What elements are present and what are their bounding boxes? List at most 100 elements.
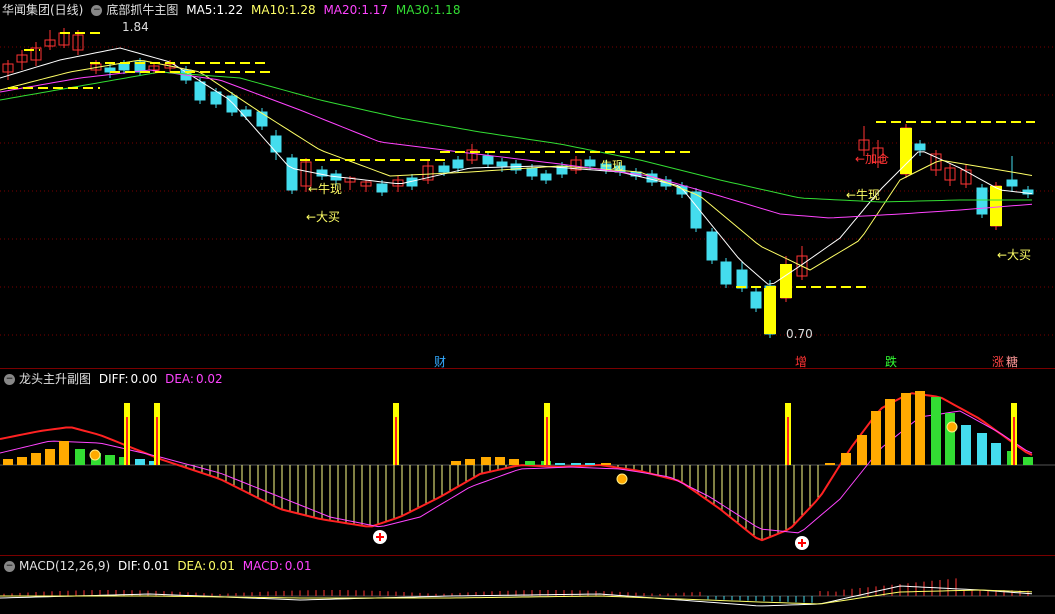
candle-down [914, 143, 926, 151]
candle-down [496, 161, 508, 167]
diff-value: 0.00 [130, 372, 158, 386]
hist-bar [601, 463, 611, 465]
signal-spike-core [546, 417, 548, 465]
diff-label: DIFF: [98, 372, 129, 386]
hist-bar [841, 453, 851, 465]
signal-niuxian-mid: 牛现 [601, 159, 623, 172]
candle-down [976, 187, 988, 215]
collapse-icon[interactable]: − [4, 561, 15, 572]
hist-bar [961, 425, 971, 465]
candle-down [256, 111, 268, 127]
candle-down [438, 165, 450, 173]
dea-value: 0.02 [195, 372, 223, 386]
coin-marker-icon [89, 449, 101, 461]
candle-down [1006, 179, 1018, 187]
signal-dami-2: ←大买 [997, 248, 1032, 262]
hist-bar [3, 459, 13, 465]
hist-bar [977, 433, 987, 465]
hist-bar [59, 441, 69, 465]
signal-jiacang: ←加仓 [855, 152, 890, 166]
ma20-value: 1.17 [361, 3, 389, 17]
macd-value: 0.01 [284, 559, 312, 573]
hist-bar [17, 457, 27, 465]
sub-chart-panel-1[interactable]: − 龙头主升副图 DIFF: 0.00 DEA: 0.02 [0, 369, 1055, 555]
main-price-chart[interactable] [0, 0, 1055, 368]
candle-down [270, 135, 282, 153]
indicator-name[interactable]: 底部抓牛主图 [106, 3, 178, 17]
longtou-indicator-chart[interactable] [0, 369, 1055, 555]
sub1-header: − 龙头主升副图 DIFF: 0.00 DEA: 0.02 [0, 369, 227, 389]
ma5-label: MA5: [186, 3, 217, 17]
collapse-icon[interactable]: − [4, 374, 15, 385]
macd-dea-label: DEA: [177, 559, 207, 573]
candle-down [226, 95, 238, 113]
price-high-label: 1.84 [122, 20, 149, 34]
signal-bar [780, 264, 792, 298]
dif-value: 0.01 [142, 559, 170, 573]
hist-bar [885, 399, 895, 465]
hist-bar [31, 453, 41, 465]
main-header: 华闻集团(日线) − 底部抓牛主图 MA5:1.22 MA10:1.28 MA20:… [0, 0, 464, 20]
hist-bar [931, 397, 941, 465]
candle-down [540, 173, 552, 181]
hist-bar [901, 393, 911, 465]
ma30-line [0, 71, 1032, 203]
candle-down [584, 159, 596, 167]
hist-bar [857, 435, 867, 465]
signal-bar [990, 186, 1002, 226]
hist-bar [75, 449, 85, 465]
collapse-icon[interactable]: − [91, 5, 103, 16]
signal-spike-core [156, 417, 158, 465]
sub2-name[interactable]: MACD(12,26,9) [19, 559, 110, 573]
sub2-header: − MACD(12,26,9) DIF: 0.01 DEA: 0.01 MACD: 0.… [0, 556, 315, 576]
hist-bar [525, 461, 535, 465]
hist-bar [495, 457, 505, 465]
hist-bar [945, 413, 955, 465]
sub-chart-panel-2[interactable]: − MACD(12,26,9) DIF: 0.01 DEA: 0.01 MACD: 0.… [0, 556, 1055, 614]
signal-spike-core [126, 417, 128, 465]
coin-marker-icon [616, 473, 628, 485]
macd-label: MACD: [242, 559, 283, 573]
hist-bar [105, 455, 115, 465]
signal-spike-core [787, 417, 789, 465]
ma10-value: 1.28 [288, 3, 316, 17]
hist-bar [481, 457, 491, 465]
signal-bar [764, 288, 776, 334]
hist-bar [871, 411, 881, 465]
candle-down [118, 63, 130, 71]
hist-bar [555, 463, 565, 465]
ma5-value: 1.22 [216, 3, 244, 17]
candle-down [706, 231, 718, 261]
main-chart-panel[interactable]: 华闻集团(日线) − 底部抓牛主图 MA5:1.22 MA10:1.28 MA20:… [0, 0, 1055, 369]
hist-bar [1023, 457, 1033, 465]
signal-spike-core [1013, 417, 1015, 465]
candle-down [286, 157, 298, 191]
hist-bar [451, 461, 461, 465]
ma10-label: MA10: [251, 3, 289, 17]
hist-bar [991, 443, 1001, 465]
signal-niuxian-1: ←牛现 [308, 182, 343, 196]
signal-bar [900, 128, 912, 174]
candle-down [376, 183, 388, 193]
hist-bar [915, 391, 925, 465]
candle-down [526, 167, 538, 177]
hist-bar [509, 459, 519, 465]
ma30-value: 1.18 [433, 3, 461, 17]
candle-down [452, 159, 464, 169]
hist-bar [465, 459, 475, 465]
candle-down [482, 155, 494, 165]
price-low-label: 0.70 [786, 327, 813, 341]
ma20-label: MA20: [323, 3, 362, 17]
signal-spike-core [395, 417, 397, 465]
coin-marker-icon [946, 421, 958, 433]
candle-down [720, 261, 732, 285]
candle-down [736, 269, 748, 289]
dea-label: DEA: [165, 372, 194, 386]
candle-down [194, 81, 206, 101]
hist-bar [45, 449, 55, 465]
macd-dea-value: 0.01 [208, 559, 235, 573]
ma30-label: MA30: [395, 3, 434, 17]
signal-dami-1: ←大买 [306, 210, 341, 224]
signal-niuxian-2: ←牛现 [846, 188, 881, 202]
sub1-name[interactable]: 龙头主升副图 [19, 372, 91, 386]
